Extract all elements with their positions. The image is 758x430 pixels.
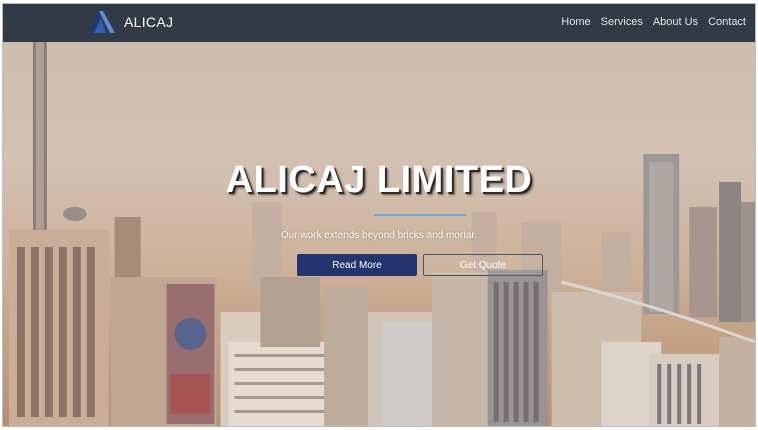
browser-viewport: ALICAJ Home Services About Us Contact AL…	[2, 3, 756, 427]
nav-link-about-us[interactable]: About Us	[653, 16, 698, 28]
brand-logo-icon	[89, 11, 115, 33]
navbar: ALICAJ Home Services About Us Contact	[3, 4, 755, 42]
brand-name: ALICAJ	[124, 14, 174, 30]
read-more-button[interactable]: Read More	[297, 254, 417, 276]
read-more-label: Read More	[332, 259, 382, 271]
nav-link-home[interactable]: Home	[561, 16, 590, 28]
hero-title: ALICAJ LIMITED	[225, 159, 533, 201]
get-quote-button[interactable]: Get Quote	[423, 254, 543, 276]
title-divider	[374, 214, 466, 216]
hero-section: ALICAJ LIMITED Our work extends beyond b…	[3, 42, 755, 426]
hero-tagline: Our work extends beyond bricks and morta…	[280, 230, 478, 241]
get-quote-label: Get Quote	[459, 259, 507, 271]
nav-links: Home Services About Us Contact	[551, 16, 746, 28]
nav-link-services[interactable]: Services	[601, 16, 643, 28]
nav-link-contact[interactable]: Contact	[708, 16, 746, 28]
brand[interactable]: ALICAJ	[89, 11, 173, 33]
